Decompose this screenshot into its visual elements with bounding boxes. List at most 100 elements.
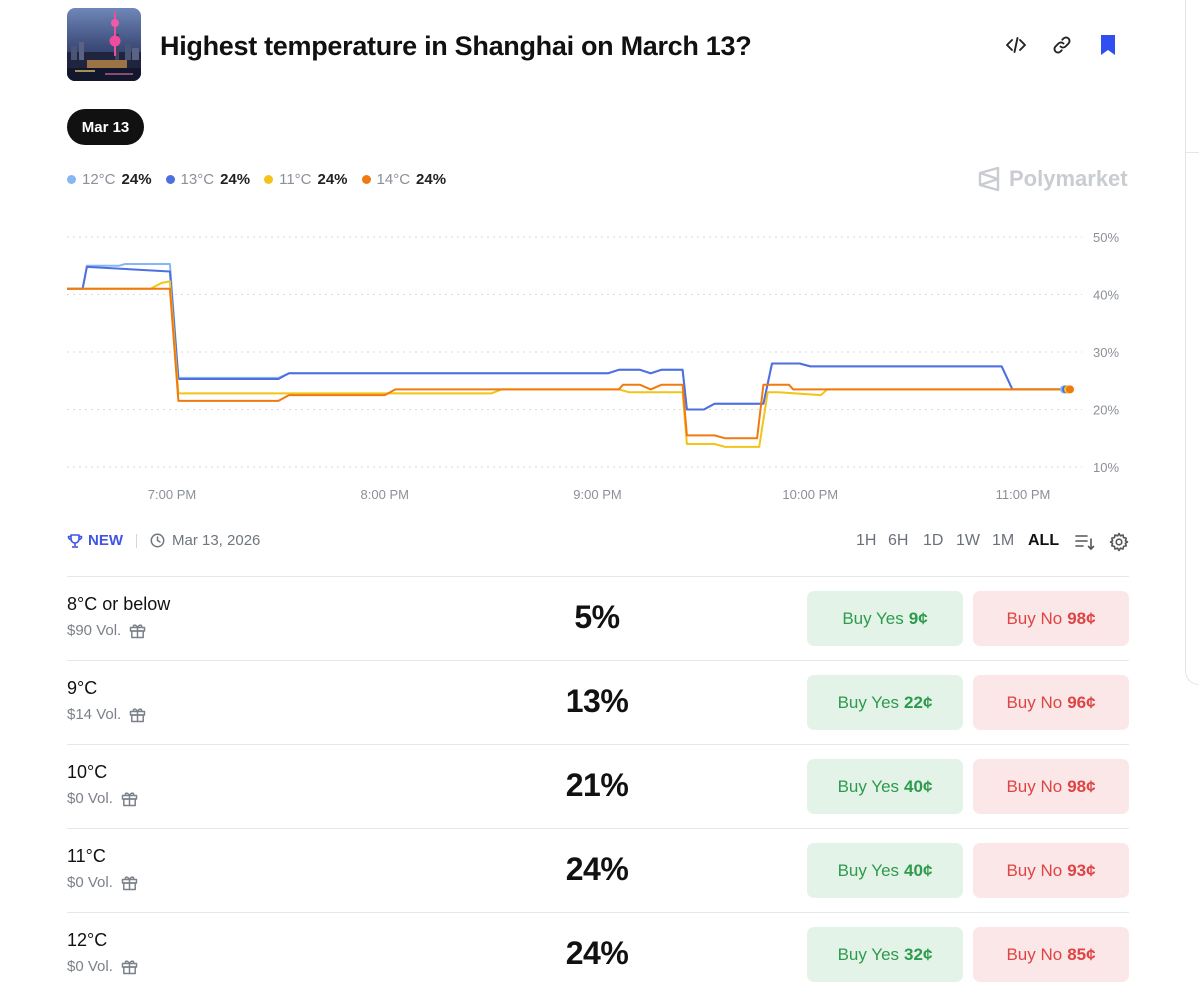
- outcome-volume: $0 Vol.: [67, 790, 138, 807]
- time-range-controls: 1H 6H 1D 1W 1M ALL: [0, 532, 1129, 552]
- sort-icon[interactable]: [1075, 533, 1095, 556]
- legend-value: 24%: [121, 171, 152, 188]
- series-line: [67, 280, 1066, 448]
- buy-no-price: 96¢: [1067, 692, 1096, 712]
- buy-no-button[interactable]: Buy No 98¢: [973, 591, 1129, 646]
- outcome-name: 8°C or below: [67, 594, 171, 614]
- buy-yes-price: 9¢: [908, 608, 928, 628]
- gift-icon[interactable]: [121, 958, 138, 975]
- buy-yes-label: Buy Yes: [837, 944, 900, 964]
- watermark-text: Polymarket: [1009, 166, 1128, 191]
- y-tick-label: 40%: [1093, 288, 1119, 303]
- outcome-probability: 5%: [574, 599, 620, 635]
- series-end-dot: [1066, 385, 1074, 394]
- buy-no-button[interactable]: Buy No 85¢: [973, 927, 1129, 982]
- buy-yes-button[interactable]: Buy Yes 40¢: [807, 759, 963, 814]
- range-1h-button[interactable]: 1H: [856, 532, 876, 550]
- polymarket-logo-icon: [978, 166, 1000, 192]
- buy-yes-price: 32¢: [904, 944, 933, 964]
- buy-no-button[interactable]: Buy No 98¢: [973, 759, 1129, 814]
- outcome-name: 10°C: [67, 762, 108, 782]
- outcome-row: 12°C $0 Vol. 24% Buy Yes 32¢ Buy No 85¢: [67, 912, 1129, 997]
- legend-dot: [67, 175, 76, 184]
- x-tick-label: 8:00 PM: [361, 487, 409, 502]
- market-thumbnail: [67, 8, 141, 81]
- buy-yes-button[interactable]: Buy Yes 40¢: [807, 843, 963, 898]
- buy-yes-label: Buy Yes: [837, 692, 900, 712]
- buy-no-price: 93¢: [1067, 860, 1096, 880]
- x-tick-label: 9:00 PM: [573, 487, 621, 502]
- bookmark-icon[interactable]: [1096, 33, 1120, 57]
- buy-yes-button[interactable]: Buy Yes 22¢: [807, 675, 963, 730]
- buy-yes-label: Buy Yes: [837, 860, 900, 880]
- outcome-volume: $0 Vol.: [67, 874, 138, 891]
- page-title: Highest temperature in Shanghai on March…: [160, 31, 752, 61]
- range-1m-button[interactable]: 1M: [992, 532, 1014, 550]
- outcome-row: 9°C $14 Vol. 13% Buy Yes 22¢ Buy No 96¢: [67, 660, 1129, 745]
- gift-icon[interactable]: [121, 790, 138, 807]
- legend-dot: [361, 175, 371, 184]
- outcome-row: 8°C or below $90 Vol. 5% Buy Yes 9¢ Buy N…: [67, 576, 1129, 661]
- gift-icon[interactable]: [121, 874, 138, 891]
- buy-yes-price: 40¢: [904, 860, 933, 880]
- chart-legend: 12°C 24% 13°C 24% 11°C 24% 14°C 24%: [67, 171, 446, 188]
- gift-icon[interactable]: [129, 706, 146, 723]
- range-all-button[interactable]: ALL: [1028, 532, 1059, 550]
- buy-yes-button[interactable]: Buy Yes 32¢: [807, 927, 963, 982]
- link-icon[interactable]: [1050, 33, 1074, 57]
- settings-gear-icon[interactable]: [1109, 532, 1129, 557]
- buy-no-label: Buy No: [1006, 860, 1063, 880]
- volume-text: $0 Vol.: [67, 958, 113, 975]
- outcome-row: 10°C $0 Vol. 21% Buy Yes 40¢ Buy No 98¢: [67, 744, 1129, 829]
- outcome-name: 9°C: [67, 678, 98, 698]
- volume-text: $14 Vol.: [67, 706, 122, 723]
- outcome-name: 12°C: [67, 930, 108, 950]
- buy-no-label: Buy No: [1006, 608, 1063, 628]
- volume-text: $0 Vol.: [67, 790, 113, 807]
- legend-dot: [165, 175, 175, 184]
- y-tick-label: 30%: [1093, 345, 1119, 360]
- outcome-probability: 21%: [565, 767, 629, 803]
- range-6h-button[interactable]: 6H: [888, 532, 908, 550]
- legend-name: 12°C: [82, 171, 116, 188]
- buy-no-price: 85¢: [1067, 944, 1096, 964]
- outcome-volume: $90 Vol.: [67, 622, 146, 639]
- side-panel-divider: [1186, 152, 1199, 153]
- buy-no-button[interactable]: Buy No 93¢: [973, 843, 1129, 898]
- buy-no-button[interactable]: Buy No 96¢: [973, 675, 1129, 730]
- gift-icon[interactable]: [129, 622, 146, 639]
- volume-text: $90 Vol.: [67, 622, 122, 639]
- volume-text: $0 Vol.: [67, 874, 113, 891]
- outcome-volume: $0 Vol.: [67, 958, 138, 975]
- polymarket-watermark: Polymarket: [977, 166, 1128, 192]
- x-tick-label: 10:00 PM: [782, 487, 838, 502]
- y-tick-label: 10%: [1093, 460, 1119, 475]
- legend-item: 14°C 24%: [361, 171, 447, 188]
- y-tick-label: 50%: [1093, 230, 1119, 245]
- embed-code-icon[interactable]: [1004, 33, 1028, 57]
- range-1w-button[interactable]: 1W: [956, 532, 980, 550]
- buy-no-label: Buy No: [1006, 944, 1063, 964]
- legend-name: 11°C: [279, 171, 312, 188]
- outcome-probability: 24%: [565, 851, 629, 887]
- outcome-probability: 24%: [565, 935, 629, 971]
- legend-value: 24%: [416, 171, 447, 188]
- side-panel-edge: [1185, 0, 1199, 685]
- legend-item: 12°C 24%: [67, 171, 152, 188]
- range-1d-button[interactable]: 1D: [923, 532, 943, 550]
- date-filter-pill[interactable]: Mar 13: [67, 109, 144, 145]
- outcome-volume: $14 Vol.: [67, 706, 146, 723]
- price-history-chart: 50% 40% 30% 20% 10% 7:00 PM 8:00 PM 9:00 PM 10:0…: [67, 230, 1119, 502]
- buy-yes-button[interactable]: Buy Yes 9¢: [807, 591, 963, 646]
- legend-item: 11°C 24%: [264, 171, 348, 188]
- legend-value: 24%: [220, 171, 251, 188]
- x-tick-label: 11:00 PM: [996, 487, 1051, 502]
- legend-name: 13°C: [180, 171, 215, 188]
- series-line: [67, 265, 1066, 411]
- buy-no-label: Buy No: [1006, 692, 1063, 712]
- buy-no-price: 98¢: [1067, 776, 1096, 796]
- buy-yes-label: Buy Yes: [837, 776, 900, 796]
- outcome-row: 11°C $0 Vol. 24% Buy Yes 40¢ Buy No 93¢: [67, 828, 1129, 913]
- buy-no-label: Buy No: [1006, 776, 1063, 796]
- y-tick-label: 20%: [1093, 403, 1119, 418]
